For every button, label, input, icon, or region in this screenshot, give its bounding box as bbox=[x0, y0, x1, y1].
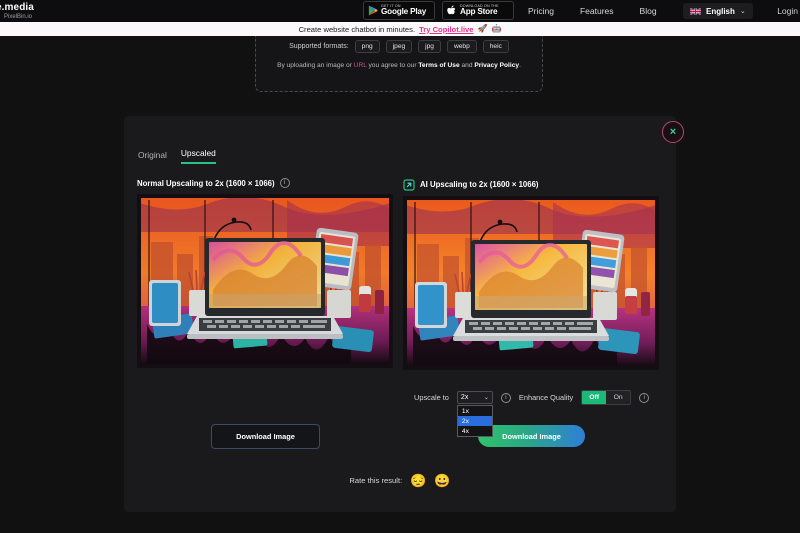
google-play-badge-label: Google Play bbox=[381, 7, 427, 17]
privacy-policy-link[interactable]: Privacy Policy bbox=[474, 62, 519, 69]
language-label: English bbox=[706, 6, 735, 16]
nav-link-blog[interactable]: Blog bbox=[640, 6, 657, 16]
language-selector[interactable]: English ⌄ bbox=[683, 3, 753, 19]
enhance-toggle-off[interactable]: Off bbox=[582, 391, 607, 404]
close-modal-button[interactable]: × bbox=[662, 121, 684, 143]
app-store-badge[interactable]: Download on the App Store bbox=[442, 1, 514, 20]
ai-upscaling-title: AI Upscaling to 2x (1600 × 1066) bbox=[420, 179, 539, 189]
upscale-select[interactable]: 2x ⌄ bbox=[456, 391, 493, 404]
nav-links: Pricing Features Blog bbox=[528, 0, 657, 22]
brand-name: e.media bbox=[0, 1, 34, 13]
terms-of-use-link[interactable]: Terms of Use bbox=[418, 62, 459, 69]
rate-positive-emoji-icon[interactable]: 😀 bbox=[434, 474, 450, 487]
normal-upscaling-title: Normal Upscaling to 2x (1600 × 1066) bbox=[137, 178, 275, 188]
upscale-to-label: Upscale to bbox=[414, 393, 449, 402]
upscale-option-4x[interactable]: 4x bbox=[458, 426, 492, 436]
chevron-down-icon: ⌄ bbox=[739, 7, 746, 15]
chevron-down-icon: ⌄ bbox=[483, 394, 489, 401]
ai-upscaled-image bbox=[403, 196, 659, 370]
promo-banner: Create website chatbot in minutes. Try C… bbox=[0, 22, 800, 36]
app-store-badge-label: App Store bbox=[460, 7, 498, 17]
format-chip-png[interactable]: png bbox=[354, 40, 380, 53]
upscale-option-1x[interactable]: 1x bbox=[458, 406, 492, 416]
ai-upscale-arrow-icon bbox=[403, 178, 415, 191]
info-icon[interactable]: i bbox=[279, 178, 290, 188]
enhance-quality-toggle[interactable]: Off On bbox=[581, 390, 632, 405]
google-play-icon bbox=[368, 5, 378, 16]
brand-logo[interactable]: e.media PixelBin.io bbox=[0, 0, 34, 22]
rate-result-row: Rate this result: 😔 😀 bbox=[0, 474, 800, 487]
normal-upscaling-header: Normal Upscaling to 2x (1600 × 1066) i bbox=[137, 178, 393, 188]
rocket-icon: 🚀 bbox=[477, 24, 488, 33]
top-navigation-bar: e.media PixelBin.io GET IT ON Google Pla… bbox=[0, 0, 800, 22]
result-tabs: Original Upscaled bbox=[138, 148, 216, 164]
promo-link[interactable]: Try Copilot.live bbox=[419, 25, 473, 34]
terms-and: and bbox=[459, 62, 475, 69]
format-chip-jpg[interactable]: jpg bbox=[418, 40, 441, 53]
tab-upscaled[interactable]: Upscaled bbox=[180, 148, 216, 164]
promo-text: Create website chatbot in minutes. bbox=[298, 24, 416, 34]
tab-original[interactable]: Original bbox=[138, 150, 167, 164]
uk-flag-icon bbox=[690, 7, 701, 15]
store-badges: GET IT ON Google Play Download on the Ap… bbox=[363, 1, 514, 20]
upscale-select-wrapper: 2x ⌄ 1x 2x 4x bbox=[456, 391, 493, 437]
normal-upscaling-panel: Normal Upscaling to 2x (1600 × 1066) i bbox=[137, 178, 393, 368]
supported-formats-label: Supported formats: bbox=[289, 43, 349, 50]
download-image-label-ai: Download Image bbox=[502, 431, 561, 441]
terms-mid: you agree to our bbox=[366, 62, 419, 69]
upscale-select-menu: 1x 2x 4x bbox=[456, 405, 493, 437]
format-chip-webp[interactable]: webp bbox=[446, 40, 477, 53]
download-image-button-normal[interactable]: Download Image bbox=[211, 424, 320, 449]
login-button[interactable]: Login bbox=[777, 0, 798, 22]
enhance-info-icon[interactable]: i bbox=[639, 392, 650, 403]
supported-formats-row: Supported formats: png jpeg jpg webp hei… bbox=[256, 40, 542, 53]
ai-upscaling-panel: AI Upscaling to 2x (1600 × 1066) bbox=[403, 178, 659, 370]
upscale-info-icon[interactable]: i bbox=[500, 392, 511, 403]
terms-prefix: By uploading an image or bbox=[277, 62, 354, 69]
robot-icon: 🤖 bbox=[491, 24, 502, 33]
google-play-badge[interactable]: GET IT ON Google Play bbox=[363, 1, 435, 20]
url-link[interactable]: URL bbox=[354, 62, 367, 69]
upload-dropzone[interactable]: Supported formats: png jpeg jpg webp hei… bbox=[255, 36, 543, 92]
close-icon: × bbox=[669, 125, 677, 138]
brand-subtitle: PixelBin.io bbox=[4, 13, 33, 20]
nav-link-features[interactable]: Features bbox=[580, 6, 614, 16]
upscale-select-value: 2x bbox=[460, 394, 469, 401]
nav-link-pricing[interactable]: Pricing bbox=[528, 6, 554, 16]
download-image-button-ai[interactable]: Download Image bbox=[478, 425, 585, 447]
ai-upscaling-header: AI Upscaling to 2x (1600 × 1066) bbox=[403, 178, 659, 191]
format-chip-heic[interactable]: heic bbox=[482, 40, 509, 53]
terms-end: . bbox=[519, 62, 521, 69]
upscale-controls: Upscale to 2x ⌄ 1x 2x 4x i Enhance Quali… bbox=[414, 390, 650, 437]
terms-notice: By uploading an image or URL you agree t… bbox=[256, 62, 542, 69]
format-chip-jpeg[interactable]: jpeg bbox=[385, 40, 413, 53]
upscale-option-2x[interactable]: 2x bbox=[457, 416, 492, 426]
rate-negative-emoji-icon[interactable]: 😔 bbox=[410, 474, 426, 487]
rate-result-label: Rate this result: bbox=[349, 476, 403, 485]
normal-upscaled-image bbox=[137, 194, 393, 368]
enhance-toggle-on[interactable]: On bbox=[606, 391, 630, 404]
apple-icon bbox=[447, 5, 457, 17]
enhance-quality-label: Enhance Quality bbox=[518, 393, 574, 402]
download-image-label-normal: Download Image bbox=[236, 432, 295, 441]
